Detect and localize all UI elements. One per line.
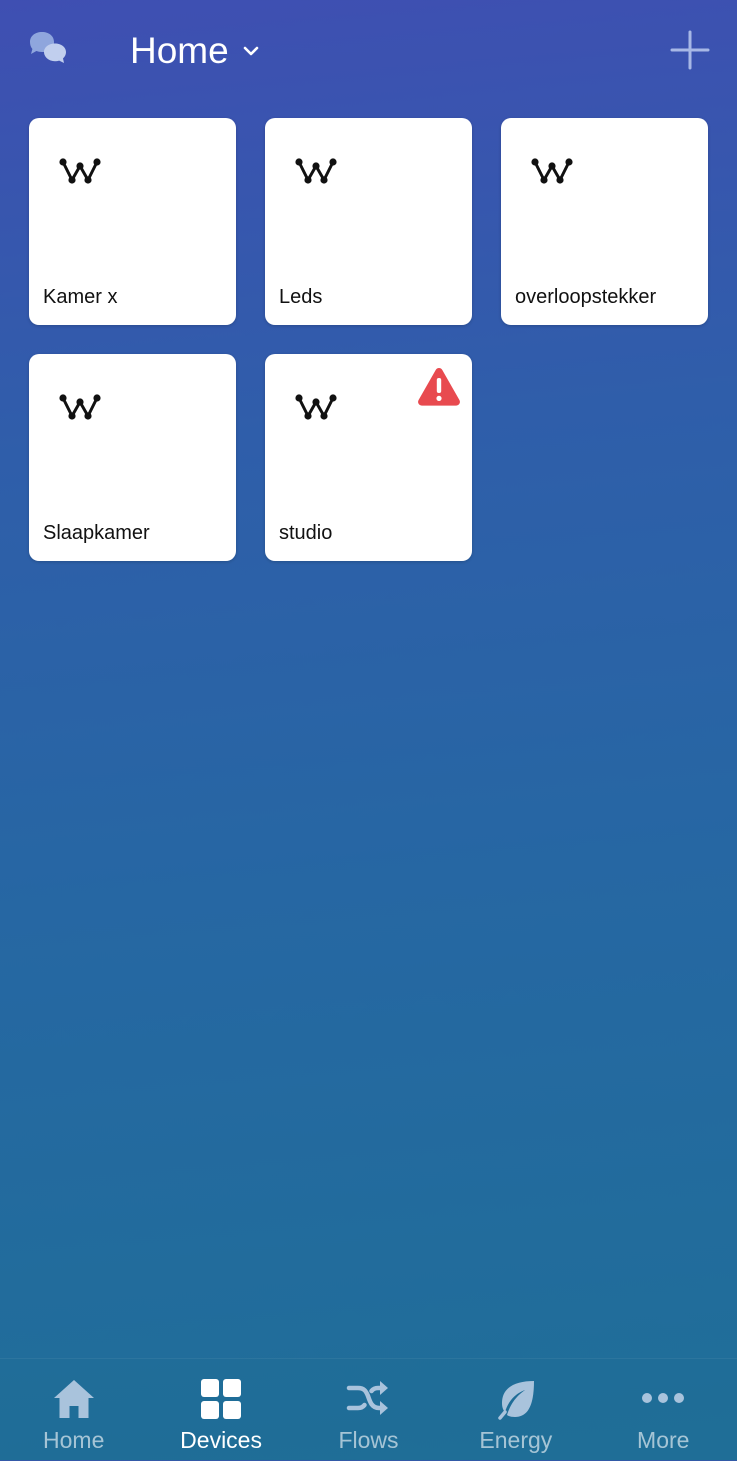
nav-energy[interactable]: Energy <box>442 1359 589 1461</box>
nav-label: Home <box>43 1427 105 1453</box>
device-tile[interactable]: Slaapkamer <box>29 354 236 561</box>
homey-device-icon <box>295 394 337 420</box>
grid-icon <box>201 1379 242 1419</box>
more-dots-icon <box>642 1393 685 1403</box>
nav-home[interactable]: Home <box>0 1359 147 1461</box>
device-name: Slaapkamer <box>43 522 150 544</box>
top-bar: Home <box>0 0 737 100</box>
device-name: overloopstekker <box>515 286 657 308</box>
homey-device-icon <box>531 158 573 184</box>
chat-button[interactable] <box>26 28 70 72</box>
plus-icon <box>670 30 710 70</box>
device-name: Kamer x <box>43 286 118 308</box>
bottom-navigation: Home Devices Flows Energy More <box>0 1358 737 1461</box>
device-tile[interactable]: Leds <box>265 118 472 325</box>
page-title: Home <box>130 30 229 71</box>
device-name: studio <box>279 522 333 544</box>
homey-device-icon <box>295 158 337 184</box>
nav-label: Energy <box>479 1427 553 1453</box>
add-device-button[interactable] <box>668 28 712 72</box>
device-tile[interactable]: Kamer x <box>29 118 236 325</box>
warning-icon <box>418 368 460 406</box>
homey-device-icon <box>59 158 101 184</box>
homey-device-icon <box>59 394 101 420</box>
device-tile[interactable]: overloopstekker <box>501 118 708 325</box>
nav-more[interactable]: More <box>590 1359 737 1461</box>
chevron-down-icon <box>243 46 259 56</box>
shuffle-icon <box>347 1381 389 1415</box>
nav-devices[interactable]: Devices <box>147 1359 294 1461</box>
house-icon <box>53 1380 94 1418</box>
device-tile[interactable]: studio <box>265 354 472 561</box>
device-name: Leds <box>279 286 323 308</box>
nav-flows[interactable]: Flows <box>295 1359 442 1461</box>
home-selector[interactable]: Home <box>130 27 261 75</box>
leaf-icon <box>498 1381 534 1420</box>
nav-label: More <box>637 1427 690 1453</box>
nav-label: Flows <box>338 1427 399 1453</box>
chat-bubbles-icon <box>30 32 66 63</box>
nav-label: Devices <box>180 1427 262 1453</box>
